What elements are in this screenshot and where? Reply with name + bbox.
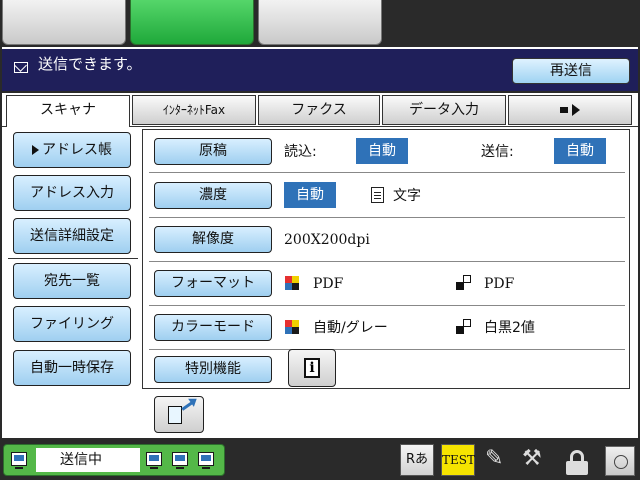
- color-mode-icon: [285, 276, 299, 290]
- document-icon: [168, 406, 182, 424]
- tab-scanner[interactable]: スキャナ: [6, 95, 130, 127]
- brightness-icon[interactable]: [605, 446, 635, 476]
- nav-divider: [8, 258, 138, 259]
- preview-button[interactable]: [154, 396, 204, 433]
- message-bar: 送信できます。 再送信: [2, 47, 638, 91]
- resolution-value: 200X200dpi: [284, 232, 370, 248]
- color-mode-bw-value: 白黒2値: [484, 320, 535, 336]
- address-book-label: アドレス帳: [42, 142, 112, 158]
- document-icon: [371, 187, 384, 203]
- density-button[interactable]: 濃度: [154, 182, 272, 209]
- format-button[interactable]: フォーマット: [154, 270, 272, 297]
- tab-internet-fax[interactable]: ｲﾝﾀｰﾈｯﾄFax: [132, 95, 256, 125]
- color-mode-color-value: 自動/グレー: [313, 320, 388, 336]
- format-color-value: PDF: [313, 276, 344, 292]
- computer-icon: [11, 452, 27, 469]
- status-bar: 送信中 Rあ TEST ✎ ⚒: [0, 440, 640, 480]
- computer-icon: [198, 452, 214, 469]
- status-message: 送信できます。: [38, 55, 142, 73]
- mode-tab-1[interactable]: [2, 0, 126, 45]
- send-settings-button[interactable]: 送信詳細設定: [13, 218, 131, 254]
- read-value: 自動: [356, 138, 408, 164]
- color-mode-button[interactable]: カラーモード: [154, 314, 272, 341]
- tab-fax[interactable]: ファクス: [258, 95, 380, 125]
- eraser-icon: ✎: [485, 446, 504, 471]
- tab-data-entry[interactable]: データ入力: [382, 95, 506, 125]
- settings-area: 原稿 読込: 自動 送信: 自動 濃度 自動 文字 解像度 200X200dpi…: [142, 129, 630, 389]
- next-arrow-icon: [560, 107, 568, 113]
- info-button[interactable]: i: [288, 349, 336, 387]
- bw-mode-icon: [456, 319, 471, 334]
- bw-mode-icon: [456, 275, 471, 290]
- density-mode: 文字: [393, 188, 421, 204]
- triangle-right-icon: [32, 145, 39, 155]
- filing-button[interactable]: ファイリング: [13, 306, 131, 342]
- row-divider: [149, 261, 625, 262]
- mode-tab-2-active[interactable]: [130, 0, 254, 45]
- destination-list-button[interactable]: 宛先一覧: [13, 263, 131, 299]
- job-status-panel[interactable]: 送信中: [3, 444, 225, 476]
- address-book-button[interactable]: アドレス帳: [13, 132, 131, 168]
- tab-next[interactable]: [508, 95, 632, 125]
- lock-icon[interactable]: [566, 450, 588, 476]
- resend-button[interactable]: 再送信: [512, 58, 630, 84]
- original-button[interactable]: 原稿: [154, 138, 272, 165]
- address-input-button[interactable]: アドレス入力: [13, 175, 131, 211]
- computer-icon: [172, 452, 188, 469]
- tools-icon: ⚒: [522, 446, 542, 471]
- send-label: 送信:: [481, 144, 514, 160]
- density-value: 自動: [284, 182, 336, 208]
- test-indicator[interactable]: TEST: [441, 444, 475, 476]
- format-bw-value: PDF: [484, 276, 515, 292]
- main-panel: スキャナ ｲﾝﾀｰﾈｯﾄFax ファクス データ入力 アドレス帳 アドレス入力 …: [2, 93, 638, 438]
- auto-temp-save-button[interactable]: 自動一時保存: [13, 350, 131, 386]
- row-divider: [149, 305, 625, 306]
- row-divider: [149, 349, 625, 350]
- computer-icon: [146, 452, 162, 469]
- row-divider: [149, 172, 625, 173]
- send-value: 自動: [554, 138, 606, 164]
- job-status-text: 送信中: [36, 448, 140, 472]
- resolution-button[interactable]: 解像度: [154, 226, 272, 253]
- mode-tab-3[interactable]: [258, 0, 382, 45]
- input-mode-indicator[interactable]: Rあ: [400, 444, 434, 476]
- info-icon: i: [304, 358, 320, 378]
- row-divider: [149, 217, 625, 218]
- envelope-icon: [14, 62, 28, 73]
- special-function-button[interactable]: 特別機能: [154, 356, 272, 383]
- color-mode-icon: [285, 320, 299, 334]
- arrow-up-right-icon: [181, 400, 195, 411]
- read-label: 読込:: [284, 144, 317, 160]
- arrow-right-icon: [572, 104, 580, 116]
